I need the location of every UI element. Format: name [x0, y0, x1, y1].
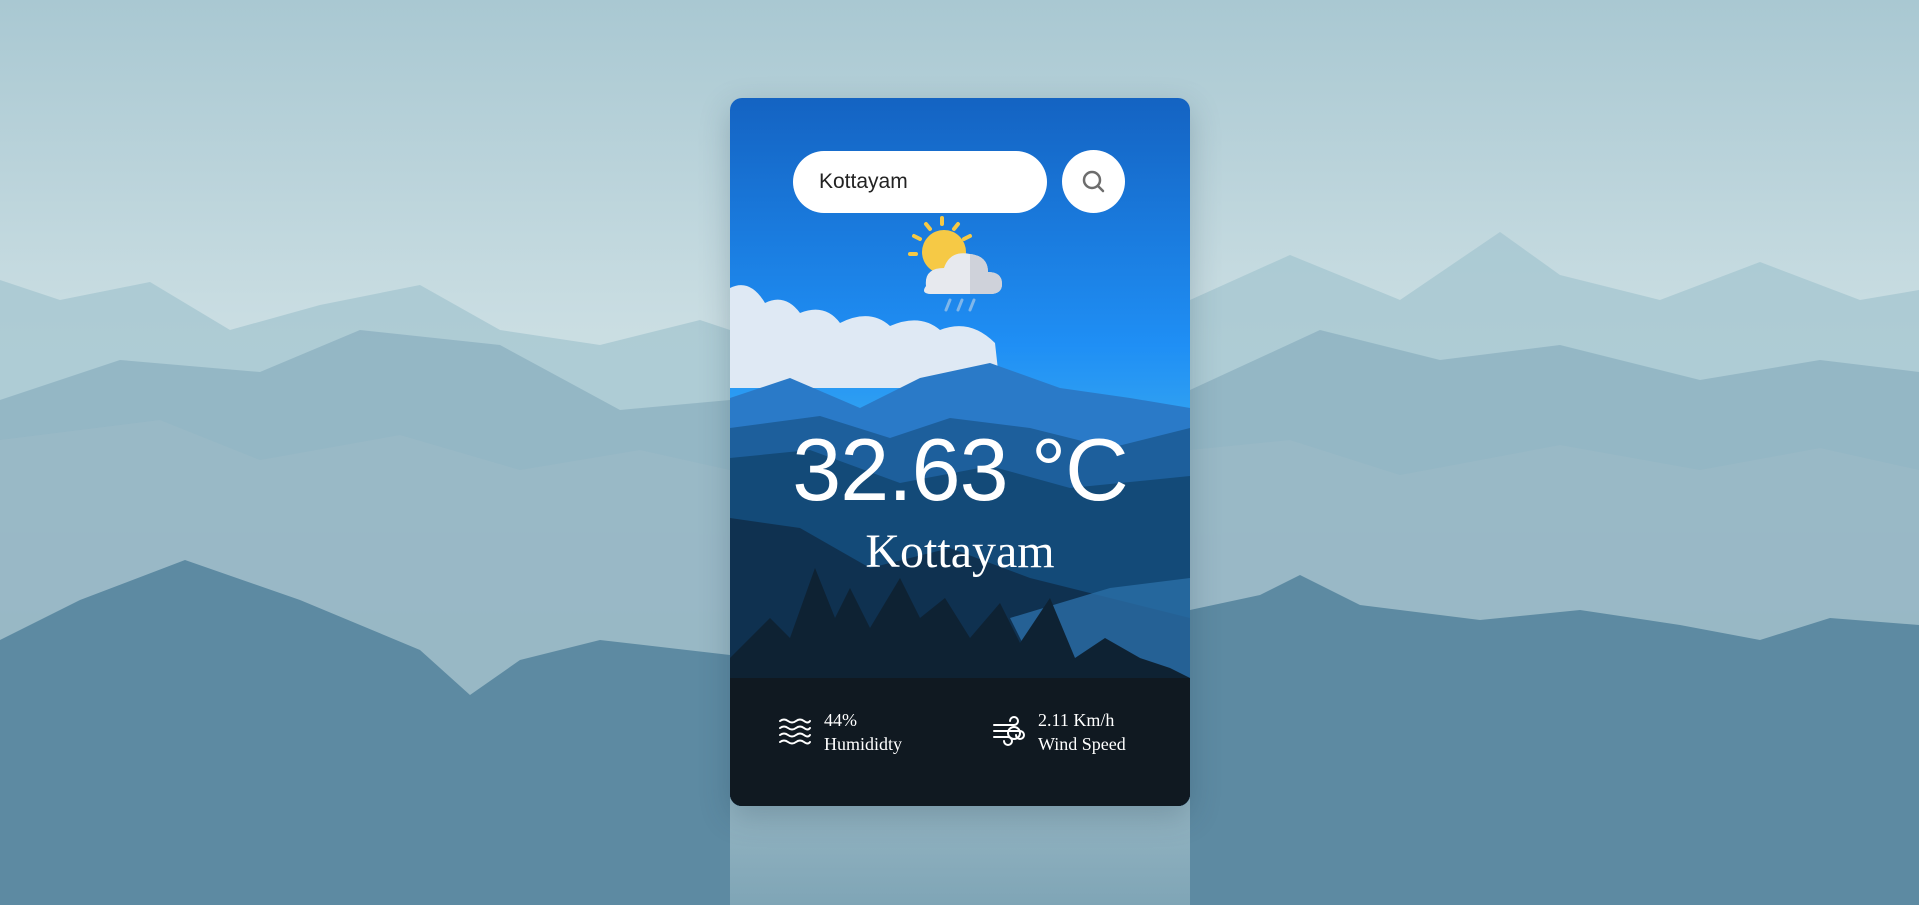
search-bar [793, 150, 1125, 213]
temperature-display: 32.63 °C [792, 420, 1128, 519]
humidity-label: Humididty [824, 734, 903, 754]
humidity-waves-icon [779, 718, 811, 745]
humidity-stat: 44% Humididty [778, 708, 902, 756]
wind-icon [993, 716, 1025, 746]
search-button[interactable] [1062, 150, 1125, 213]
search-icon [1082, 170, 1104, 192]
wind-label: Wind Speed [1038, 734, 1126, 754]
city-search-input[interactable] [793, 150, 1047, 213]
weather-card: 32.63 °C Kottayam 44% Humididty 2. [730, 98, 1190, 806]
humidity-value: 44% [824, 710, 857, 730]
wind-stat: 2.11 Km/h Wind Speed [992, 708, 1126, 756]
wind-value: 2.11 Km/h [1038, 710, 1115, 730]
city-name: Kottayam [865, 525, 1055, 578]
sun-cloud-rain-icon [908, 216, 1002, 312]
